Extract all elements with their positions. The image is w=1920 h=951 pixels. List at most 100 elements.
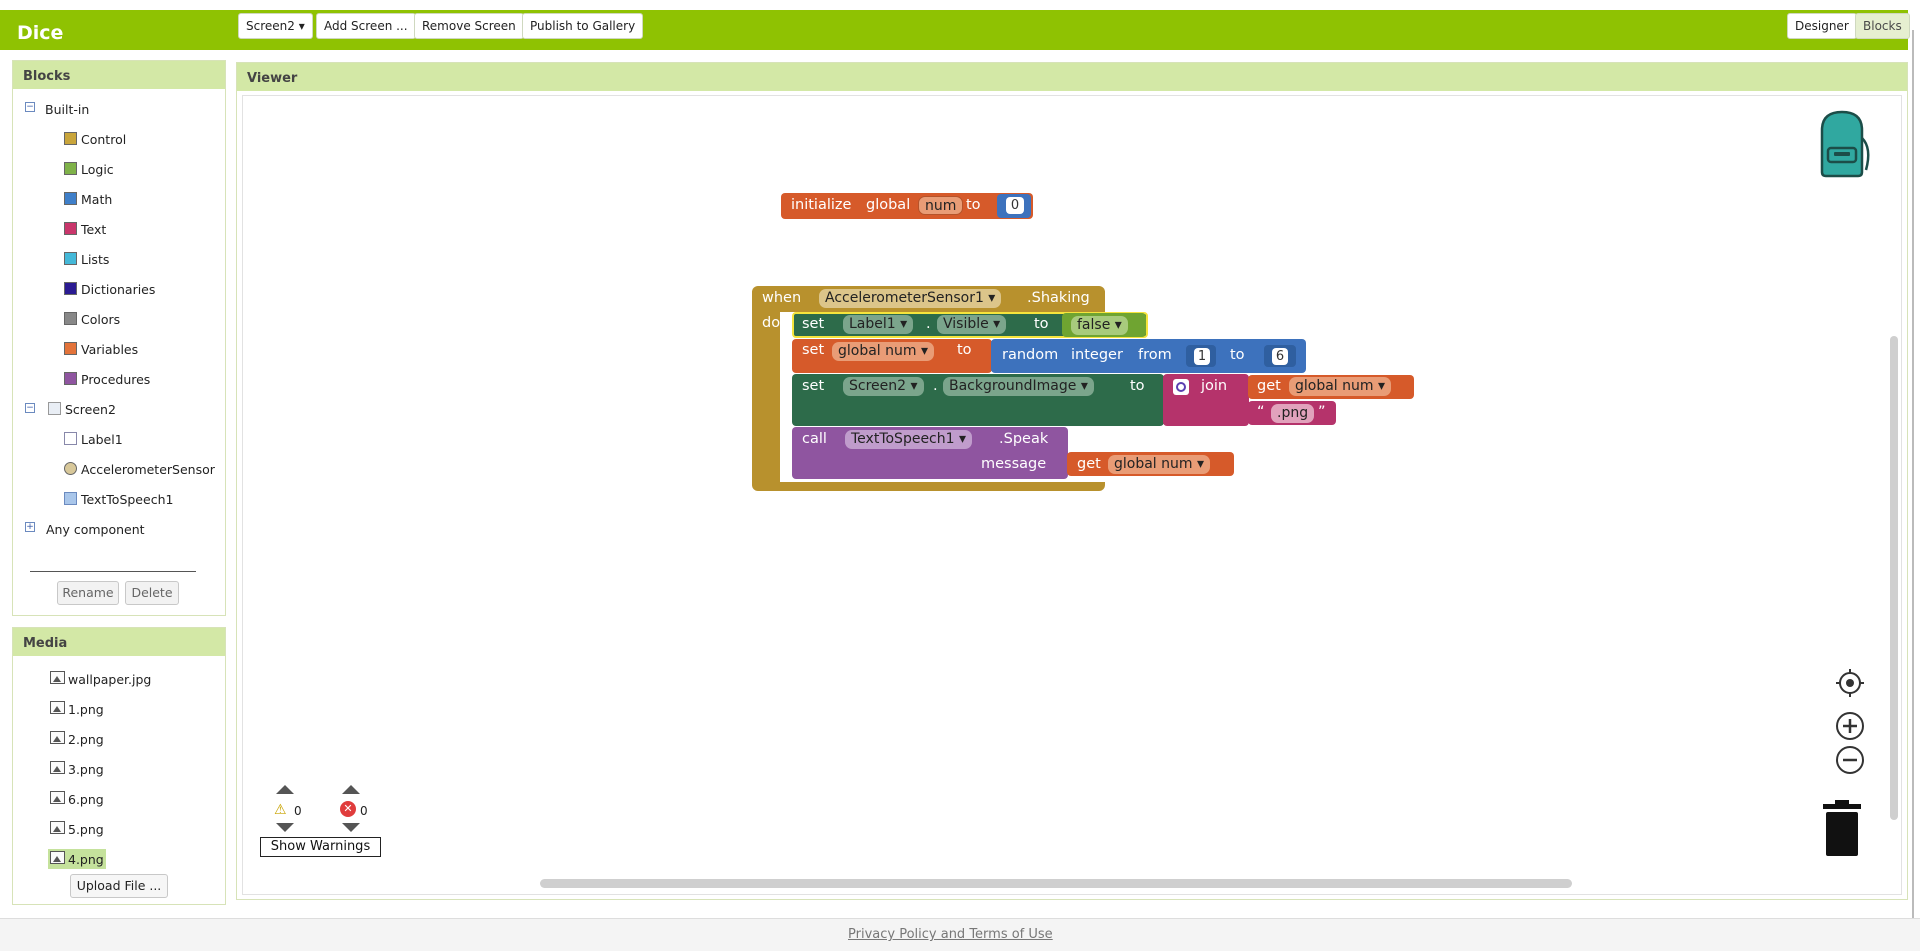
add-screen-button[interactable]: Add Screen ... [316,13,416,39]
gear-icon[interactable] [1173,379,1189,395]
vertical-scrollbar[interactable] [1890,336,1898,820]
blocks-button[interactable]: Blocks [1855,13,1910,39]
show-warnings-button[interactable]: Show Warnings [260,837,381,857]
tree-any-component[interactable]: Any component [46,522,145,537]
message-label: message [981,456,1047,472]
media-file-label: 1.png [68,702,104,717]
zoom-in-icon[interactable] [1834,710,1866,742]
category-logic[interactable]: Logic [64,162,114,177]
screen-select-dropdown[interactable]: Screen2 ▾ [238,13,313,39]
category-swatch-icon [64,222,77,235]
media-file-label: 6.png [68,792,104,807]
media-file-item[interactable]: 2.png [48,729,106,749]
media-file-item[interactable]: 5.png [48,819,106,839]
tree-component-tts[interactable]: TextToSpeech1 [64,492,173,507]
category-swatch-icon [64,162,77,175]
global-num-dropdown[interactable]: global num ▾ [832,342,935,361]
media-file-item[interactable]: 1.png [48,699,106,719]
warning-prev-icon[interactable] [276,785,294,794]
category-text[interactable]: Text [64,222,106,237]
category-variables[interactable]: Variables [64,342,138,357]
delete-button[interactable]: Delete [125,581,179,605]
horizontal-scrollbar[interactable] [540,879,1572,888]
footer: Privacy Policy and Terms of Use [0,918,1920,951]
category-procedures[interactable]: Procedures [64,372,150,387]
set-label: set [802,378,825,394]
tree-builtin[interactable]: Built-in [45,102,89,117]
rename-button[interactable]: Rename [57,581,119,605]
random-low-value[interactable]: 1 [1194,348,1210,365]
warning-count: 0 [294,804,302,818]
global-num-dropdown[interactable]: global num ▾ [1289,377,1392,396]
zoom-out-icon[interactable] [1834,744,1866,776]
designer-button[interactable]: Designer [1787,13,1857,39]
close-quote-label: ” [1318,404,1326,420]
media-panel-title: Media [13,628,225,656]
trash-icon[interactable] [1820,800,1864,860]
media-file-item[interactable]: 3.png [48,759,106,779]
category-label: Procedures [81,372,151,387]
false-dropdown[interactable]: false ▾ [1071,316,1128,335]
viewer-title: Viewer [237,63,1907,91]
to-label: to [1034,316,1049,332]
speak-method-label: .Speak [999,431,1049,447]
expand-any-component-icon[interactable]: + [25,522,35,532]
media-file-label: 3.png [68,762,104,777]
tree-component-accelerometer[interactable]: AccelerometerSensor [64,462,215,477]
remove-screen-button[interactable]: Remove Screen [414,13,524,39]
to-label: to [1230,347,1245,363]
recenter-icon[interactable] [1834,667,1866,699]
category-swatch-icon [64,312,77,325]
variable-name-field[interactable]: num [918,196,964,215]
tree-screen2[interactable]: Screen2 [48,402,116,417]
screen2-dropdown[interactable]: Screen2 ▾ [843,377,924,396]
media-file-label: 4.png [68,852,104,867]
get-label: get [1077,456,1101,472]
tree-component-label1[interactable]: Label1 [64,432,123,447]
join-label: join [1201,378,1228,394]
get-label: get [1257,378,1281,394]
set-label: set [802,342,825,358]
image-file-icon [50,761,65,774]
media-file-label: 5.png [68,822,104,837]
backpack-icon[interactable] [1808,108,1876,180]
category-control[interactable]: Control [64,132,126,147]
event-component-dropdown[interactable]: AccelerometerSensor1 ▾ [819,289,1002,308]
privacy-policy-link[interactable]: Privacy Policy and Terms of Use [848,927,1053,942]
category-lists[interactable]: Lists [64,252,109,267]
error-prev-icon[interactable] [342,785,360,794]
category-label: Dictionaries [81,282,156,297]
media-file-item[interactable]: 6.png [48,789,106,809]
category-math[interactable]: Math [64,192,112,207]
gear-icon-ring [1176,382,1186,392]
upload-file-button[interactable]: Upload File ... [70,874,168,898]
app-title: Dice [17,22,64,44]
category-colors[interactable]: Colors [64,312,120,327]
image-file-icon [50,701,65,714]
publish-gallery-button[interactable]: Publish to Gallery [522,13,644,39]
background-image-dropdown[interactable]: BackgroundImage ▾ [943,377,1094,396]
page-scrollbar[interactable] [1912,30,1914,925]
media-file-item[interactable]: 4.png [48,849,106,869]
init-to-label: to [966,197,981,213]
screen-icon [48,402,61,415]
text-value-field[interactable]: .png [1271,404,1315,423]
global-num-dropdown[interactable]: global num ▾ [1108,455,1211,474]
tts-component-dropdown[interactable]: TextToSpeech1 ▾ [845,430,973,449]
warning-icon: ⚠ [274,802,287,818]
label1-dropdown[interactable]: Label1 ▾ [843,315,914,334]
category-label: Logic [81,162,114,177]
tree-screen2-label: Screen2 [65,402,116,417]
number-value[interactable]: 0 [1006,197,1024,214]
collapse-screen-icon[interactable]: − [25,403,35,413]
error-next-icon[interactable] [342,823,360,832]
media-file-item[interactable]: wallpaper.jpg [48,669,153,689]
category-swatch-icon [64,132,77,145]
category-dictionaries[interactable]: Dictionaries [64,282,155,297]
warning-next-icon[interactable] [276,823,294,832]
blocks-workspace[interactable] [242,95,1902,895]
category-label: Lists [81,252,110,267]
collapse-builtin-icon[interactable]: − [25,102,35,112]
visible-property-dropdown[interactable]: Visible ▾ [937,315,1007,334]
random-high-value[interactable]: 6 [1272,348,1288,365]
